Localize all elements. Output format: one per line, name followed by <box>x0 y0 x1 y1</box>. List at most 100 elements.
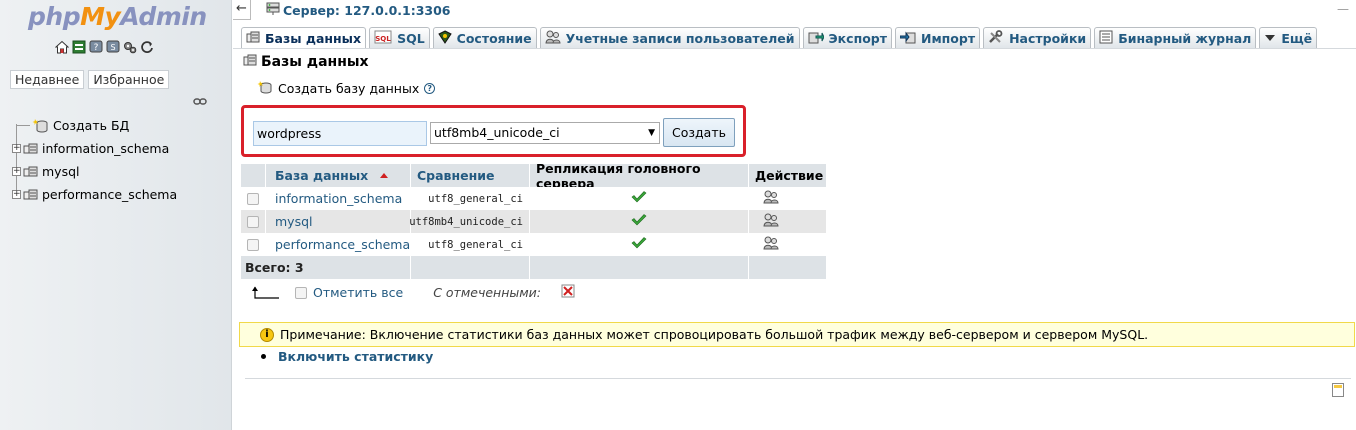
notice-message: i Примечание: Включение статистики баз д… <box>239 322 1355 347</box>
notice-text: Примечание: Включение статистики баз дан… <box>280 327 1149 342</box>
exit-icon[interactable] <box>72 40 86 54</box>
check-icon <box>631 191 647 206</box>
db-name-input[interactable] <box>253 121 427 146</box>
db-link[interactable]: performance_schema <box>275 237 410 252</box>
home-icon[interactable] <box>55 40 69 54</box>
console-icon[interactable] <box>1332 383 1344 397</box>
arrow-left-up-icon <box>251 286 281 300</box>
action-cell <box>749 233 827 256</box>
page-title-text: Базы данных <box>261 54 369 70</box>
bullet <box>261 354 266 359</box>
tab-status[interactable]: Состояние <box>432 27 537 49</box>
check-icon <box>631 214 647 229</box>
tab-sql[interactable]: SQL SQL <box>369 27 430 49</box>
db-link[interactable]: mysql <box>275 214 313 229</box>
tree-item-label: information_schema <box>42 141 170 156</box>
wrench-icon <box>988 30 1004 47</box>
expand-icon[interactable]: + <box>12 190 21 199</box>
tab-more[interactable]: Ещё <box>1259 27 1318 49</box>
server-label: Сервер: 127.0.0.1:3306 <box>283 3 451 18</box>
tree-branch <box>16 125 30 126</box>
tab-label: SQL <box>397 31 425 46</box>
tab-databases[interactable]: Базы данных <box>241 27 367 49</box>
breadcrumb-server[interactable]: Сервер: 127.0.0.1:3306 <box>265 2 451 19</box>
reload-icon[interactable] <box>140 40 154 54</box>
new-db-icon <box>32 118 50 134</box>
settings-icon[interactable] <box>123 40 137 54</box>
phpmyadmin-logo[interactable]: phpMyAdmin <box>28 2 207 31</box>
action-cell <box>749 187 827 210</box>
collation-cell: utf8_general_ci <box>411 233 530 256</box>
enable-statistics-link[interactable]: Включить статистику <box>278 349 433 364</box>
total-replication-cell <box>530 256 749 279</box>
page-title: Базы данных <box>243 53 369 71</box>
replication-cell <box>530 210 749 233</box>
tab-binary-log[interactable]: Бинарный журнал <box>1094 27 1257 49</box>
logo-admin: Admin <box>120 2 207 31</box>
link-icon[interactable] <box>193 96 207 111</box>
tab-bar: Базы данных SQL SQL Состояние Учетные за… <box>241 27 1318 49</box>
enable-statistics-item: Включить статистику <box>261 349 433 364</box>
collation-select[interactable]: utf8mb4_unicode_ci ▼ <box>430 122 660 144</box>
tree-item-new-db[interactable]: Создать БД <box>8 114 228 137</box>
collapse-nav-button[interactable]: ← <box>233 0 251 20</box>
header-collation[interactable]: Сравнение <box>411 164 530 187</box>
create-button[interactable]: Создать <box>663 118 735 147</box>
dropdown-arrow-icon: ▼ <box>648 128 655 138</box>
help-icon[interactable]: ? <box>424 83 436 94</box>
tree-item-performance-schema[interactable]: + performance_schema <box>8 183 228 206</box>
users-icon <box>545 30 561 47</box>
help-icon[interactable]: ? <box>89 40 103 54</box>
minimize-icon[interactable]: — <box>1336 3 1350 15</box>
expand-icon[interactable]: + <box>12 144 21 153</box>
bulk-actions: Отметить все С отмеченными: <box>251 284 575 301</box>
database-icon <box>23 142 39 156</box>
nav-icon-bar: ? S <box>55 40 154 54</box>
navigation-panel: phpMyAdmin ? S Недавнее Избранное Создат… <box>0 0 232 430</box>
replication-cell <box>530 187 749 210</box>
row-checkbox[interactable] <box>247 192 259 205</box>
table-row: mysql utf8mb4_unicode_ci <box>241 210 827 233</box>
create-db-heading: Создать базу данных ? <box>257 80 436 97</box>
tree-item-mysql[interactable]: + mysql <box>8 160 228 183</box>
tab-user-accounts[interactable]: Учетные записи пользователей <box>539 27 800 49</box>
drop-database-icon[interactable] <box>561 284 575 301</box>
import-icon <box>899 30 916 47</box>
collation-value: utf8mb4_unicode_ci <box>434 125 560 140</box>
privileges-icon[interactable] <box>763 213 779 230</box>
row-checkbox-cell <box>241 210 266 233</box>
tab-label: Состояние <box>456 31 532 46</box>
nav-tabs: Недавнее Избранное <box>10 70 170 89</box>
database-icon <box>23 188 39 202</box>
tab-import[interactable]: Импорт <box>894 27 981 49</box>
privileges-icon[interactable] <box>763 190 779 207</box>
logo-php: php <box>28 2 81 31</box>
collation-cell: utf8_general_ci <box>411 187 530 210</box>
check-all-checkbox[interactable] <box>295 286 307 299</box>
row-checkbox-cell <box>241 187 266 210</box>
svg-text:?: ? <box>94 43 99 53</box>
svg-text:S: S <box>110 43 115 52</box>
privileges-icon[interactable] <box>763 236 779 253</box>
nav-tab-favorites[interactable]: Избранное <box>88 70 170 89</box>
tab-divider <box>233 48 1356 49</box>
sort-asc-icon <box>380 173 389 178</box>
tab-label: Ещё <box>1281 31 1313 46</box>
tab-settings[interactable]: Настройки <box>983 27 1092 49</box>
db-name-cell: information_schema <box>266 187 411 210</box>
tab-export[interactable]: Экспорт <box>802 27 892 49</box>
check-all-link[interactable]: Отметить все <box>313 285 403 300</box>
db-link[interactable]: information_schema <box>275 191 402 206</box>
row-checkbox[interactable] <box>247 238 259 251</box>
header-database[interactable]: База данных <box>266 164 411 187</box>
tree-item-information-schema[interactable]: + information_schema <box>8 137 228 160</box>
replication-cell <box>530 233 749 256</box>
expand-icon[interactable]: + <box>12 167 21 176</box>
table-header-row: База данных Сравнение Репликация головно… <box>241 161 827 191</box>
docs-icon[interactable]: S <box>106 40 120 54</box>
tab-label: Учетные записи пользователей <box>565 31 795 46</box>
tab-label: Экспорт <box>828 31 887 46</box>
row-checkbox[interactable] <box>247 215 259 228</box>
nav-tab-recent[interactable]: Недавнее <box>10 70 85 89</box>
table-row: performance_schema utf8_general_ci <box>241 233 827 256</box>
